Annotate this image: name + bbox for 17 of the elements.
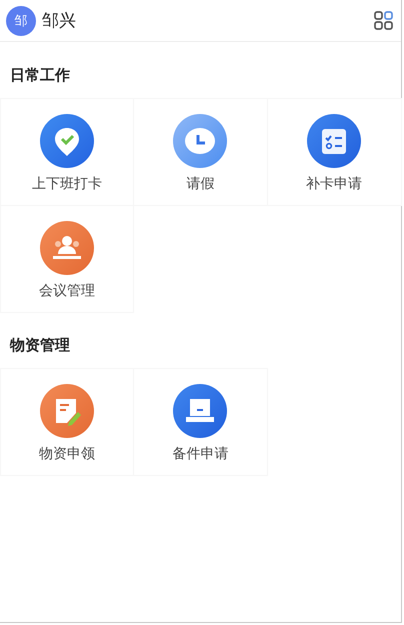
section-title: 物资管理 [8,335,71,356]
app-tile[interactable]: 会议管理 [0,204,134,312]
section-title: 日常工作 [9,65,71,86]
tile-label: 补卡申请 [306,174,362,192]
app-tile[interactable]: 请假 [133,98,268,206]
tile-label: 物资申领 [38,444,95,462]
user-avatar: 邹 [6,6,36,36]
tile-label: 请假 [186,174,214,192]
tile-label: 会议管理 [38,282,95,300]
app-tile[interactable]: 补卡申请 [266,98,402,206]
app-tile[interactable]: 上下班打卡 [0,98,134,206]
grid-icon[interactable] [374,11,393,30]
app-tile[interactable]: 备件申请 [133,368,268,476]
user-name: 邹兴 [42,10,77,32]
tile-label: 上下班打卡 [32,174,102,192]
app-tile[interactable]: 物资申领 [0,368,134,476]
tile-label: 备件申请 [172,444,228,462]
